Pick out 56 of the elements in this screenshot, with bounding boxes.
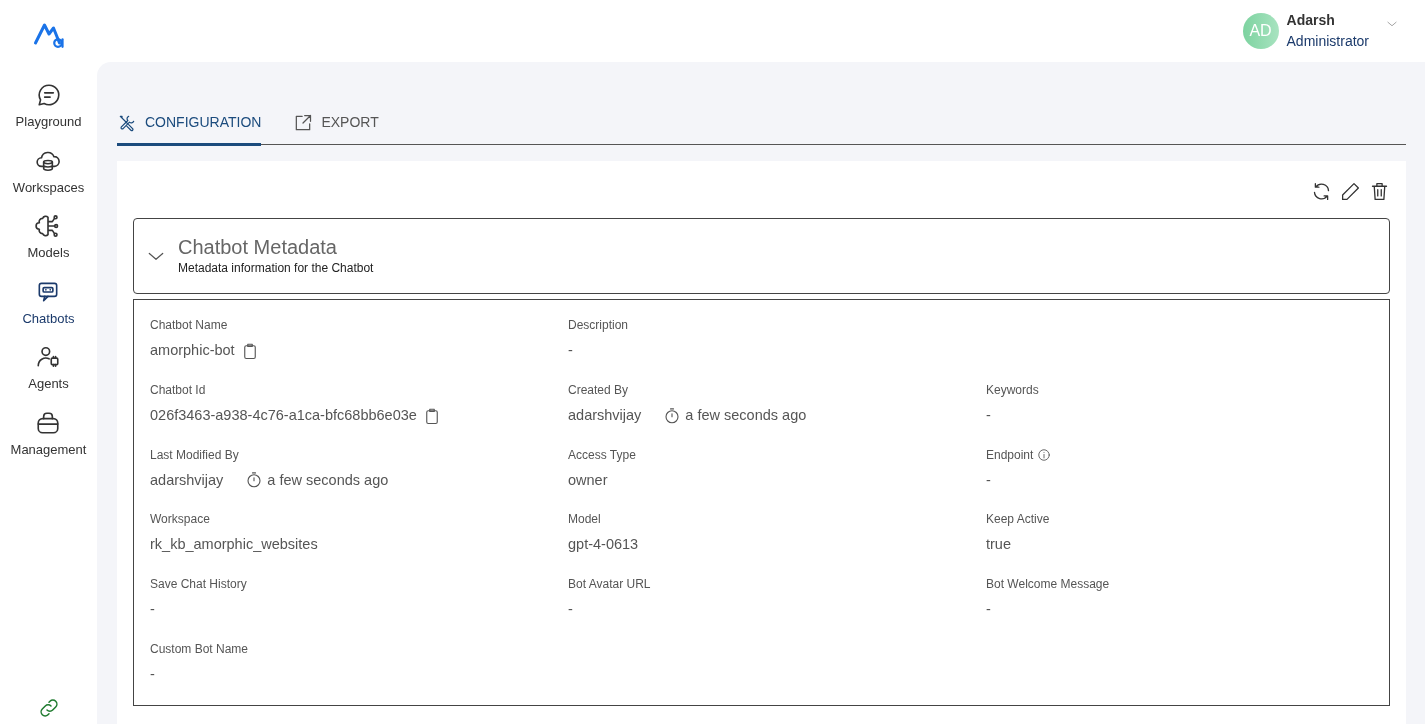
avatar: AD [1242, 13, 1279, 49]
timestamp: a few seconds ago [267, 470, 389, 490]
field-value: - [986, 470, 991, 490]
sidebar-item[interactable]: Models [27, 213, 70, 263]
external-link-icon [293, 112, 314, 133]
briefcase-icon [35, 409, 62, 436]
edit-icon[interactable] [1340, 181, 1361, 202]
field-value: rk_kb_amorphic_websites [150, 535, 318, 555]
tab[interactable]: CONFIGURATION [117, 102, 262, 146]
timestamp: a few seconds ago [685, 405, 807, 425]
section-header[interactable]: Chatbot Metadata Metadata information for the Chatbot [133, 218, 1390, 294]
field-value: 026f3463-a938-4c76-a1ca-bfc68bb6e03e [150, 405, 417, 425]
sidebar-item[interactable]: Management [10, 409, 87, 459]
tab[interactable]: EXPORT [293, 102, 379, 146]
person-chip-icon [35, 344, 62, 370]
field-label: Model [568, 511, 601, 529]
field-label: Endpoint [986, 446, 1034, 464]
field-label: Keywords [986, 381, 1039, 399]
section-subtitle: Metadata information for the Chatbot [178, 260, 374, 277]
refresh-icon[interactable] [1311, 181, 1332, 202]
field-label: Bot Welcome Message [986, 576, 1110, 593]
field-label: Access Type [568, 446, 636, 464]
user-name: Adarsh [1286, 11, 1336, 30]
field-label: Chatbot Id [150, 381, 206, 399]
field-label: Description [568, 317, 629, 334]
field-label: Last Modified By [150, 446, 239, 464]
field-label: Bot Avatar URL [568, 576, 651, 593]
sidebar-item[interactable]: Playground [15, 82, 82, 132]
field-label: Created By [568, 381, 629, 399]
field-value: - [986, 600, 991, 619]
field-value: - [150, 664, 155, 684]
field-value: - [150, 600, 155, 619]
chat-bubble-icon [35, 82, 62, 108]
field-value: - [568, 341, 573, 360]
sidebar-item[interactable]: Workspaces [12, 147, 85, 197]
field-value: adarshvijay [150, 470, 224, 490]
field-label: Custom Bot Name [150, 640, 249, 658]
section-title: Chatbot Metadata [178, 235, 338, 259]
field-label: Keep Active [986, 511, 1050, 529]
sidebar-item[interactable]: Chatbots [22, 278, 75, 328]
field-value: - [568, 600, 573, 619]
field-value: - [986, 405, 991, 425]
field-value: adarshvijay [568, 405, 642, 425]
info-icon[interactable] [1037, 447, 1052, 462]
timer-icon [663, 406, 682, 425]
delete-icon[interactable] [1369, 181, 1390, 202]
field-label: Workspace [150, 511, 210, 529]
field-value: amorphic-bot [150, 341, 235, 360]
field-label: Save Chat History [150, 576, 247, 593]
field-label: Chatbot Name [150, 317, 228, 334]
field-value: owner [568, 470, 608, 490]
field-value: true [986, 535, 1011, 555]
user-role: Administrator [1286, 32, 1369, 51]
field-value: gpt-4-0613 [568, 535, 639, 555]
timer-icon [245, 471, 264, 490]
sidebar-item[interactable]: Agents [28, 344, 69, 394]
